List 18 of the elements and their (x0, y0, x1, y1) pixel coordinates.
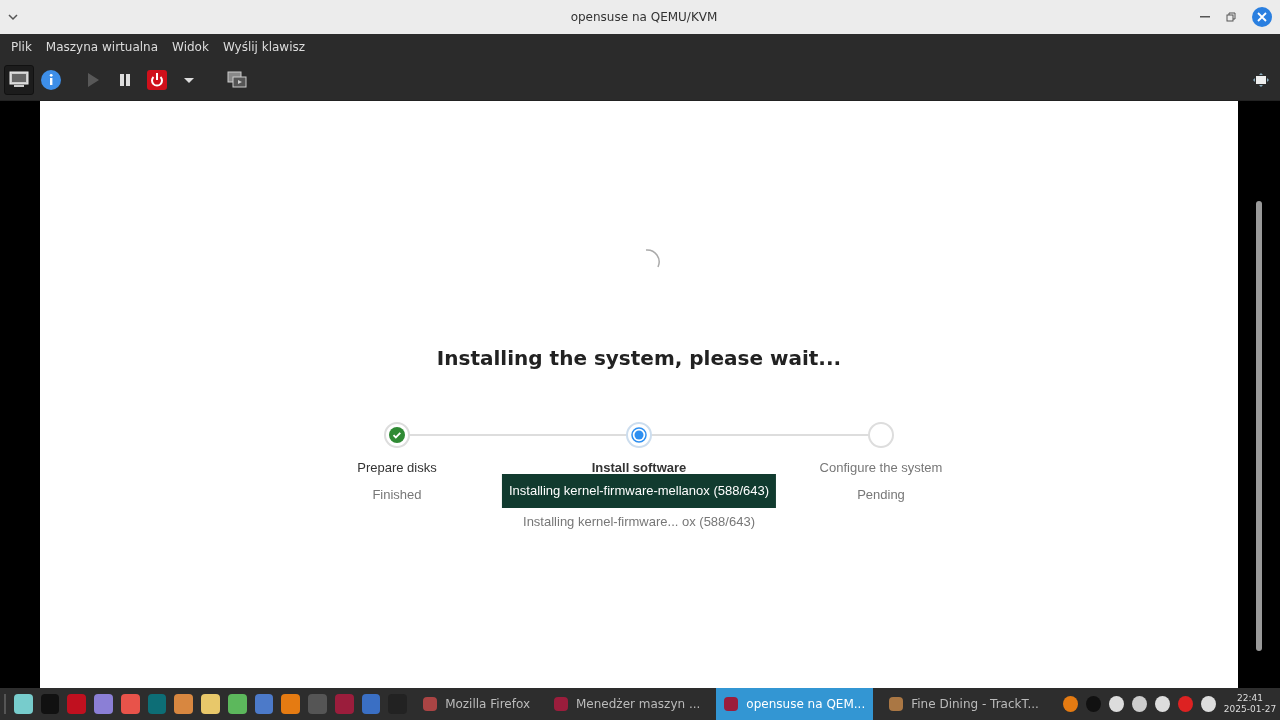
clock-time[interactable]: 22:41 (1223, 693, 1277, 704)
taskbar-window[interactable]: Fine Dining - TrackT... (881, 688, 1047, 720)
window-title: opensuse na QEMU/KVM (569, 9, 719, 26)
tooltip: Installing kernel-firmware-mellanox (588/643) (501, 474, 777, 508)
step-label: Configure the system (819, 459, 943, 477)
heading: Installing the system, please wait... (436, 345, 842, 372)
progress-text: Installing kernel-firmware... ox (588/643) (523, 513, 755, 531)
taskbar-window[interactable]: Mozilla Firefox (415, 688, 538, 720)
clock-date[interactable]: 2025-01-27 (1223, 704, 1277, 715)
step-label: Install software (591, 459, 687, 477)
step-label: Prepare disks (357, 459, 437, 477)
menu-item[interactable]: Wyślij klawisz (215, 34, 313, 60)
step-status: Finished (372, 485, 422, 504)
taskbar-window[interactable]: Menedżer maszyn ... (546, 688, 709, 720)
step-status: Pending (857, 485, 905, 504)
menu-item[interactable]: Maszyna wirtualna (38, 34, 166, 60)
menu-item[interactable]: Plik (4, 34, 39, 60)
menu-item[interactable]: Widok (165, 34, 216, 60)
